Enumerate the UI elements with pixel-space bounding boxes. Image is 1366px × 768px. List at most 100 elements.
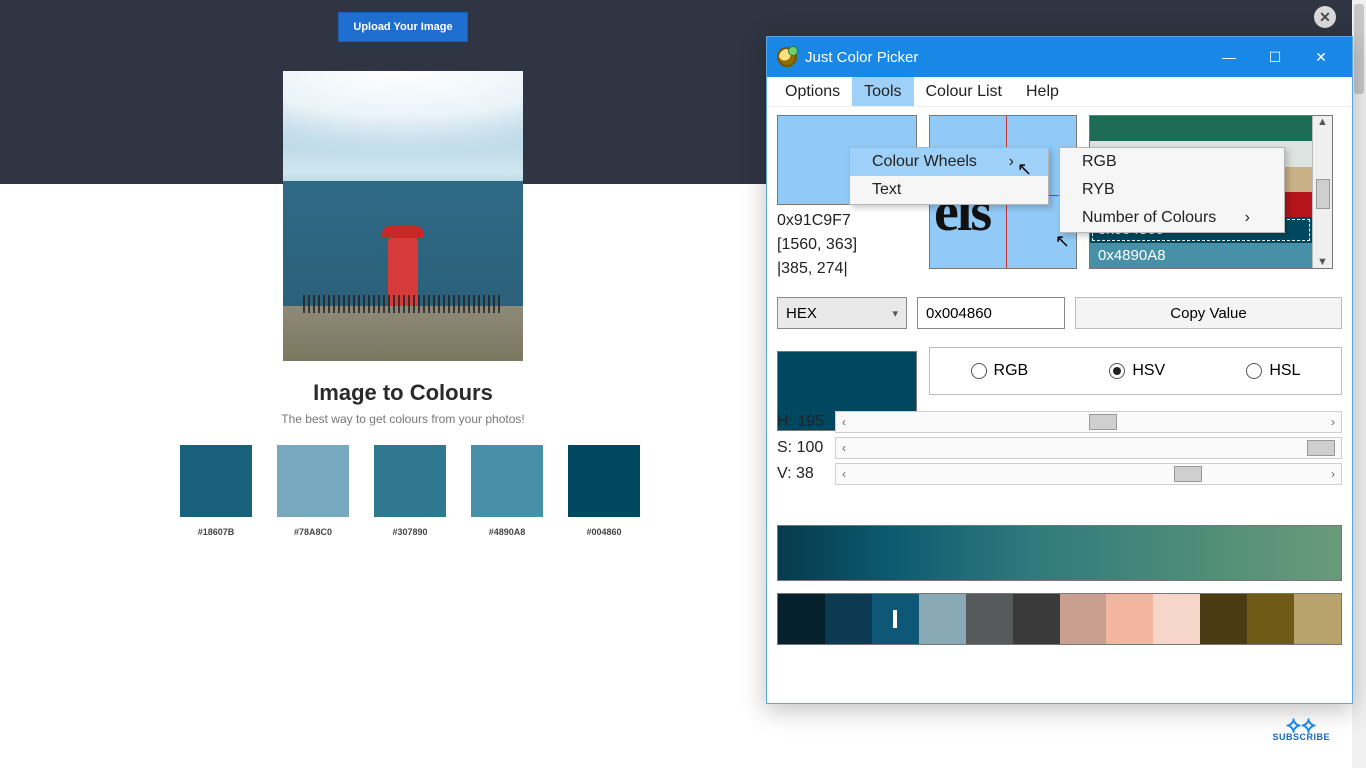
chevron-up-icon[interactable]: ▲ [1317, 116, 1328, 128]
format-combo[interactable]: HEX ▾ [777, 297, 907, 329]
colour-wheels-label: Colour Wheels [872, 153, 977, 171]
palette-swatch[interactable]: #18607B [180, 445, 252, 537]
swatch-colour [180, 445, 252, 517]
menu-help[interactable]: Help [1014, 77, 1071, 106]
palette-swatch[interactable]: #307890 [374, 445, 446, 537]
colour-mode-group: RGB HSV HSL [929, 347, 1342, 395]
text-label: Text [872, 181, 901, 199]
window-close-button[interactable]: ✕ [1298, 37, 1344, 77]
v-slider[interactable]: ‹› [835, 463, 1342, 485]
wheels-ryb-item[interactable]: RYB [1060, 176, 1284, 204]
tools-colour-wheels-item[interactable]: Colour Wheels › [850, 148, 1048, 176]
chevron-right-icon: › [1245, 209, 1250, 227]
shade-cell[interactable] [1106, 594, 1153, 644]
wheels-rgb-label: RGB [1082, 153, 1117, 171]
window-titlebar[interactable]: Just Color Picker — ☐ ✕ [767, 37, 1352, 77]
mode-hsl-radio[interactable]: HSL [1246, 362, 1300, 380]
v-label: V: [777, 465, 792, 482]
page-subtitle: The best way to get colours from your ph… [0, 412, 806, 426]
s-label: S: [777, 439, 792, 456]
scrollbar-thumb[interactable] [1316, 179, 1330, 209]
shade-cell[interactable] [1153, 594, 1200, 644]
format-combo-value: HEX [786, 305, 817, 322]
menu-colour-list[interactable]: Colour List [914, 77, 1014, 106]
wheels-ryb-label: RYB [1082, 181, 1115, 199]
shade-row [777, 593, 1342, 645]
chevron-right-icon[interactable]: › [1331, 467, 1335, 481]
swatch-label: #18607B [198, 527, 235, 537]
cursor-icon: ↖ [1055, 231, 1070, 252]
just-color-picker-window: Just Color Picker — ☐ ✕ Options Tools Co… [766, 36, 1353, 704]
swatch-label: #307890 [392, 527, 427, 537]
shade-cell[interactable] [872, 594, 919, 644]
window-minimize-button[interactable]: — [1206, 37, 1252, 77]
page-close-icon[interactable]: ✕ [1314, 6, 1336, 28]
wheels-rgb-item[interactable]: RGB [1060, 148, 1284, 176]
colour-wheels-submenu: RGB RYB Number of Colours › [1059, 147, 1285, 233]
tools-submenu: Colour Wheels › Text [849, 147, 1049, 205]
palette-swatch[interactable]: #4890A8 [471, 445, 543, 537]
window-maximize-button[interactable]: ☐ [1252, 37, 1298, 77]
subscribe-label: SUBSCRIBE [1272, 732, 1330, 742]
slider-thumb[interactable] [1174, 466, 1202, 482]
history-row[interactable]: 0x4890A8 [1090, 243, 1312, 268]
uploaded-image-preview [283, 71, 523, 361]
menubar: Options Tools Colour List Help [767, 77, 1352, 107]
s-slider[interactable]: ‹› [835, 437, 1342, 459]
history-scrollbar[interactable]: ▲ ▼ [1312, 116, 1332, 268]
mode-hsv-label: HSV [1132, 362, 1165, 380]
v-value: 38 [796, 465, 814, 482]
hsv-sliders: H: 195 ‹› S: 100 ‹› V: 38 ‹› [767, 409, 1342, 487]
window-title: Just Color Picker [805, 49, 1206, 66]
chevron-right-icon[interactable]: › [1331, 415, 1335, 429]
swatch-colour [277, 445, 349, 517]
shade-cell[interactable] [825, 594, 872, 644]
menu-options[interactable]: Options [773, 77, 852, 106]
slider-thumb[interactable] [1089, 414, 1117, 430]
palette-swatch[interactable]: #004860 [568, 445, 640, 537]
mode-rgb-radio[interactable]: RGB [971, 362, 1029, 380]
gradient-bar[interactable] [777, 525, 1342, 581]
shade-cell[interactable] [1247, 594, 1294, 644]
swatch-label: #4890A8 [489, 527, 526, 537]
slider-thumb[interactable] [1307, 440, 1335, 456]
chevron-left-icon[interactable]: ‹ [842, 467, 846, 481]
subscribe-watermark: ⟡⟡ SUBSCRIBE [1272, 718, 1330, 742]
sample-screen-coords: [1560, 363] [777, 233, 917, 257]
swatch-colour [374, 445, 446, 517]
shade-cell[interactable] [778, 594, 825, 644]
shade-cell[interactable] [1294, 594, 1341, 644]
chevron-right-icon: › [1009, 153, 1014, 171]
sample-hex: 0x91C9F7 [777, 209, 917, 233]
wheels-number-item[interactable]: Number of Colours › [1060, 204, 1284, 232]
palette-swatches: #18607B #78A8C0 #307890 #4890A8 #004860 [180, 445, 640, 537]
mode-rgb-label: RGB [994, 362, 1029, 380]
tools-text-item[interactable]: Text [850, 176, 1048, 204]
sample-local-coords: |385, 274| [777, 257, 917, 281]
swatch-label: #004860 [586, 527, 621, 537]
mode-hsl-label: HSL [1269, 362, 1300, 380]
upload-image-button[interactable]: Upload Your Image [338, 12, 468, 42]
hex-value-input[interactable] [917, 297, 1065, 329]
chevron-left-icon[interactable]: ‹ [842, 441, 846, 455]
page-scrollbar[interactable] [1352, 0, 1366, 768]
menu-tools[interactable]: Tools [852, 77, 913, 106]
s-value: 100 [797, 439, 824, 456]
dna-icon: ⟡⟡ [1272, 718, 1330, 732]
palette-swatch[interactable]: #78A8C0 [277, 445, 349, 537]
swatch-colour [568, 445, 640, 517]
mode-hsv-radio[interactable]: HSV [1109, 362, 1165, 380]
h-slider[interactable]: ‹› [835, 411, 1342, 433]
history-row[interactable] [1090, 116, 1312, 141]
chevron-down-icon[interactable]: ▼ [1317, 256, 1328, 268]
chevron-down-icon: ▾ [892, 307, 898, 320]
app-logo-icon [777, 47, 797, 67]
chevron-left-icon[interactable]: ‹ [842, 415, 846, 429]
shade-cell[interactable] [1200, 594, 1247, 644]
copy-value-button[interactable]: Copy Value [1075, 297, 1342, 329]
shade-cell[interactable] [1060, 594, 1107, 644]
page-title: Image to Colours [0, 380, 806, 406]
shade-cell[interactable] [919, 594, 966, 644]
shade-cell[interactable] [1013, 594, 1060, 644]
shade-cell[interactable] [966, 594, 1013, 644]
